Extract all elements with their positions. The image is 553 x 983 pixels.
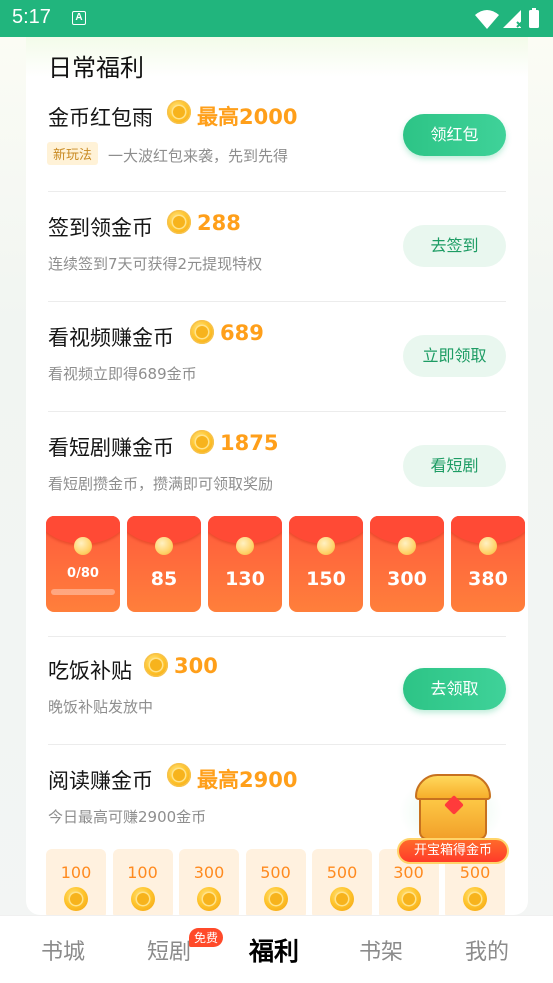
section-title: 日常福利 [48, 54, 144, 82]
packet-value: 380 [468, 568, 508, 590]
packet-value: 150 [306, 568, 346, 590]
battery-icon [529, 10, 539, 28]
red-packet[interactable]: 150 [289, 516, 363, 612]
packet-progress-bar [51, 589, 115, 595]
task-red-packet-rain: 金币红包雨 最高2000 领红包 [26, 82, 528, 192]
task-reward: 288 [197, 211, 241, 235]
claim-subsidy-button[interactable]: 去领取 [403, 668, 506, 710]
coin-icon [396, 887, 421, 911]
task-subtitle: 连续签到7天可获得2元提现特权 [48, 255, 263, 273]
coin-icon [74, 537, 92, 555]
coin-icon [479, 537, 497, 555]
treasure-chest-button[interactable]: 开宝箱得金币 [395, 768, 511, 868]
task-subtitle: 看视频立即得689金币 [48, 365, 197, 383]
claim-red-packet-button[interactable]: 领红包 [403, 114, 506, 156]
reading-coin-tile[interactable]: 300 [179, 849, 239, 919]
task-title: 看视频赚金币 [48, 326, 174, 350]
coin-icon [130, 887, 155, 911]
coin-icon [263, 887, 288, 911]
coin-icon [155, 537, 173, 555]
chest-label: 开宝箱得金币 [397, 838, 509, 864]
task-meal-subsidy: 吃饭补贴 300 晚饭补贴发放中 去领取 [26, 635, 528, 745]
system-status-icons [475, 8, 539, 29]
tab-short-drama[interactable]: 短剧 [147, 934, 191, 966]
coin-icon [190, 430, 214, 454]
tab-profile[interactable]: 我的 [465, 934, 509, 966]
task-subtitle: 看短剧攒金币，攒满即可领取奖励 [48, 475, 274, 493]
task-title: 吃饭补贴 [48, 659, 132, 683]
coin-amount: 500 [260, 863, 291, 882]
coin-icon [463, 887, 487, 911]
coin-icon [330, 887, 354, 911]
coin-icon [190, 320, 214, 344]
coin-icon [398, 537, 416, 555]
red-packet-row: 0/80 85 130 150 300 380 [46, 516, 528, 612]
red-packet[interactable]: 380 [451, 516, 525, 612]
tab-benefits[interactable]: 福利 [249, 932, 299, 968]
notification-a-icon: A [72, 11, 86, 25]
task-title: 金币红包雨 [48, 106, 153, 130]
bottom-tab-bar: 书城 短剧 免费 福利 书架 我的 [0, 915, 553, 983]
status-bar: 5:17 A [0, 0, 553, 37]
reading-coin-tile[interactable]: 100 [46, 849, 106, 919]
task-reward: 最高2900 [197, 768, 298, 792]
wifi-icon [475, 10, 499, 29]
task-title: 看短剧赚金币 [48, 436, 174, 460]
packet-value: 130 [225, 568, 265, 590]
packet-value: 85 [150, 568, 178, 590]
red-packet[interactable]: 0/80 [46, 516, 120, 612]
new-feature-tag: 新玩法 [47, 142, 99, 165]
task-subtitle: 今日最高可赚2900金币 [48, 808, 207, 826]
task-sign-in: 签到领金币 288 连续签到7天可获得2元提现特权 去签到 [26, 192, 528, 302]
coin-amount: 500 [326, 863, 358, 882]
task-subtitle: 晚饭补贴发放中 [48, 698, 154, 716]
task-watch-video: 看视频赚金币 689 看视频立即得689金币 立即领取 [26, 302, 528, 412]
tab-bookstore[interactable]: 书城 [41, 934, 85, 966]
packet-value: 300 [387, 568, 427, 590]
watch-drama-button[interactable]: 看短剧 [403, 445, 506, 487]
red-packet[interactable]: 300 [370, 516, 444, 612]
coin-amount: 100 [60, 863, 92, 882]
task-reward: 689 [220, 321, 264, 345]
packet-value: 0/80 [67, 566, 99, 581]
tab-bookshelf[interactable]: 书架 [359, 934, 403, 966]
coin-amount: 300 [193, 863, 225, 882]
coin-icon [167, 210, 191, 234]
coin-icon [167, 100, 191, 124]
coin-icon [197, 887, 221, 911]
coin-amount: 100 [127, 863, 158, 882]
task-reward: 1875 [220, 431, 279, 455]
reading-coin-tile[interactable]: 500 [312, 849, 372, 919]
red-packet[interactable]: 85 [127, 516, 201, 612]
coin-icon [64, 887, 88, 911]
coin-icon [236, 537, 254, 555]
red-packet[interactable]: 130 [208, 516, 282, 612]
coin-icon [144, 653, 168, 677]
reading-coin-tile[interactable]: 500 [245, 849, 306, 919]
task-reward: 300 [174, 654, 218, 678]
claim-now-button[interactable]: 立即领取 [403, 335, 506, 377]
clock: 5:17 [12, 6, 51, 28]
reading-coin-tile[interactable]: 100 [112, 849, 173, 919]
task-title: 签到领金币 [48, 216, 153, 240]
coin-icon [167, 763, 191, 787]
sign-in-button[interactable]: 去签到 [403, 225, 506, 267]
free-badge: 免费 [189, 928, 224, 947]
task-reward: 最高2000 [197, 105, 298, 129]
coin-icon [317, 537, 335, 555]
task-subtitle: 一大波红包来袭，先到先得 [108, 147, 289, 165]
task-title: 阅读赚金币 [48, 769, 153, 793]
